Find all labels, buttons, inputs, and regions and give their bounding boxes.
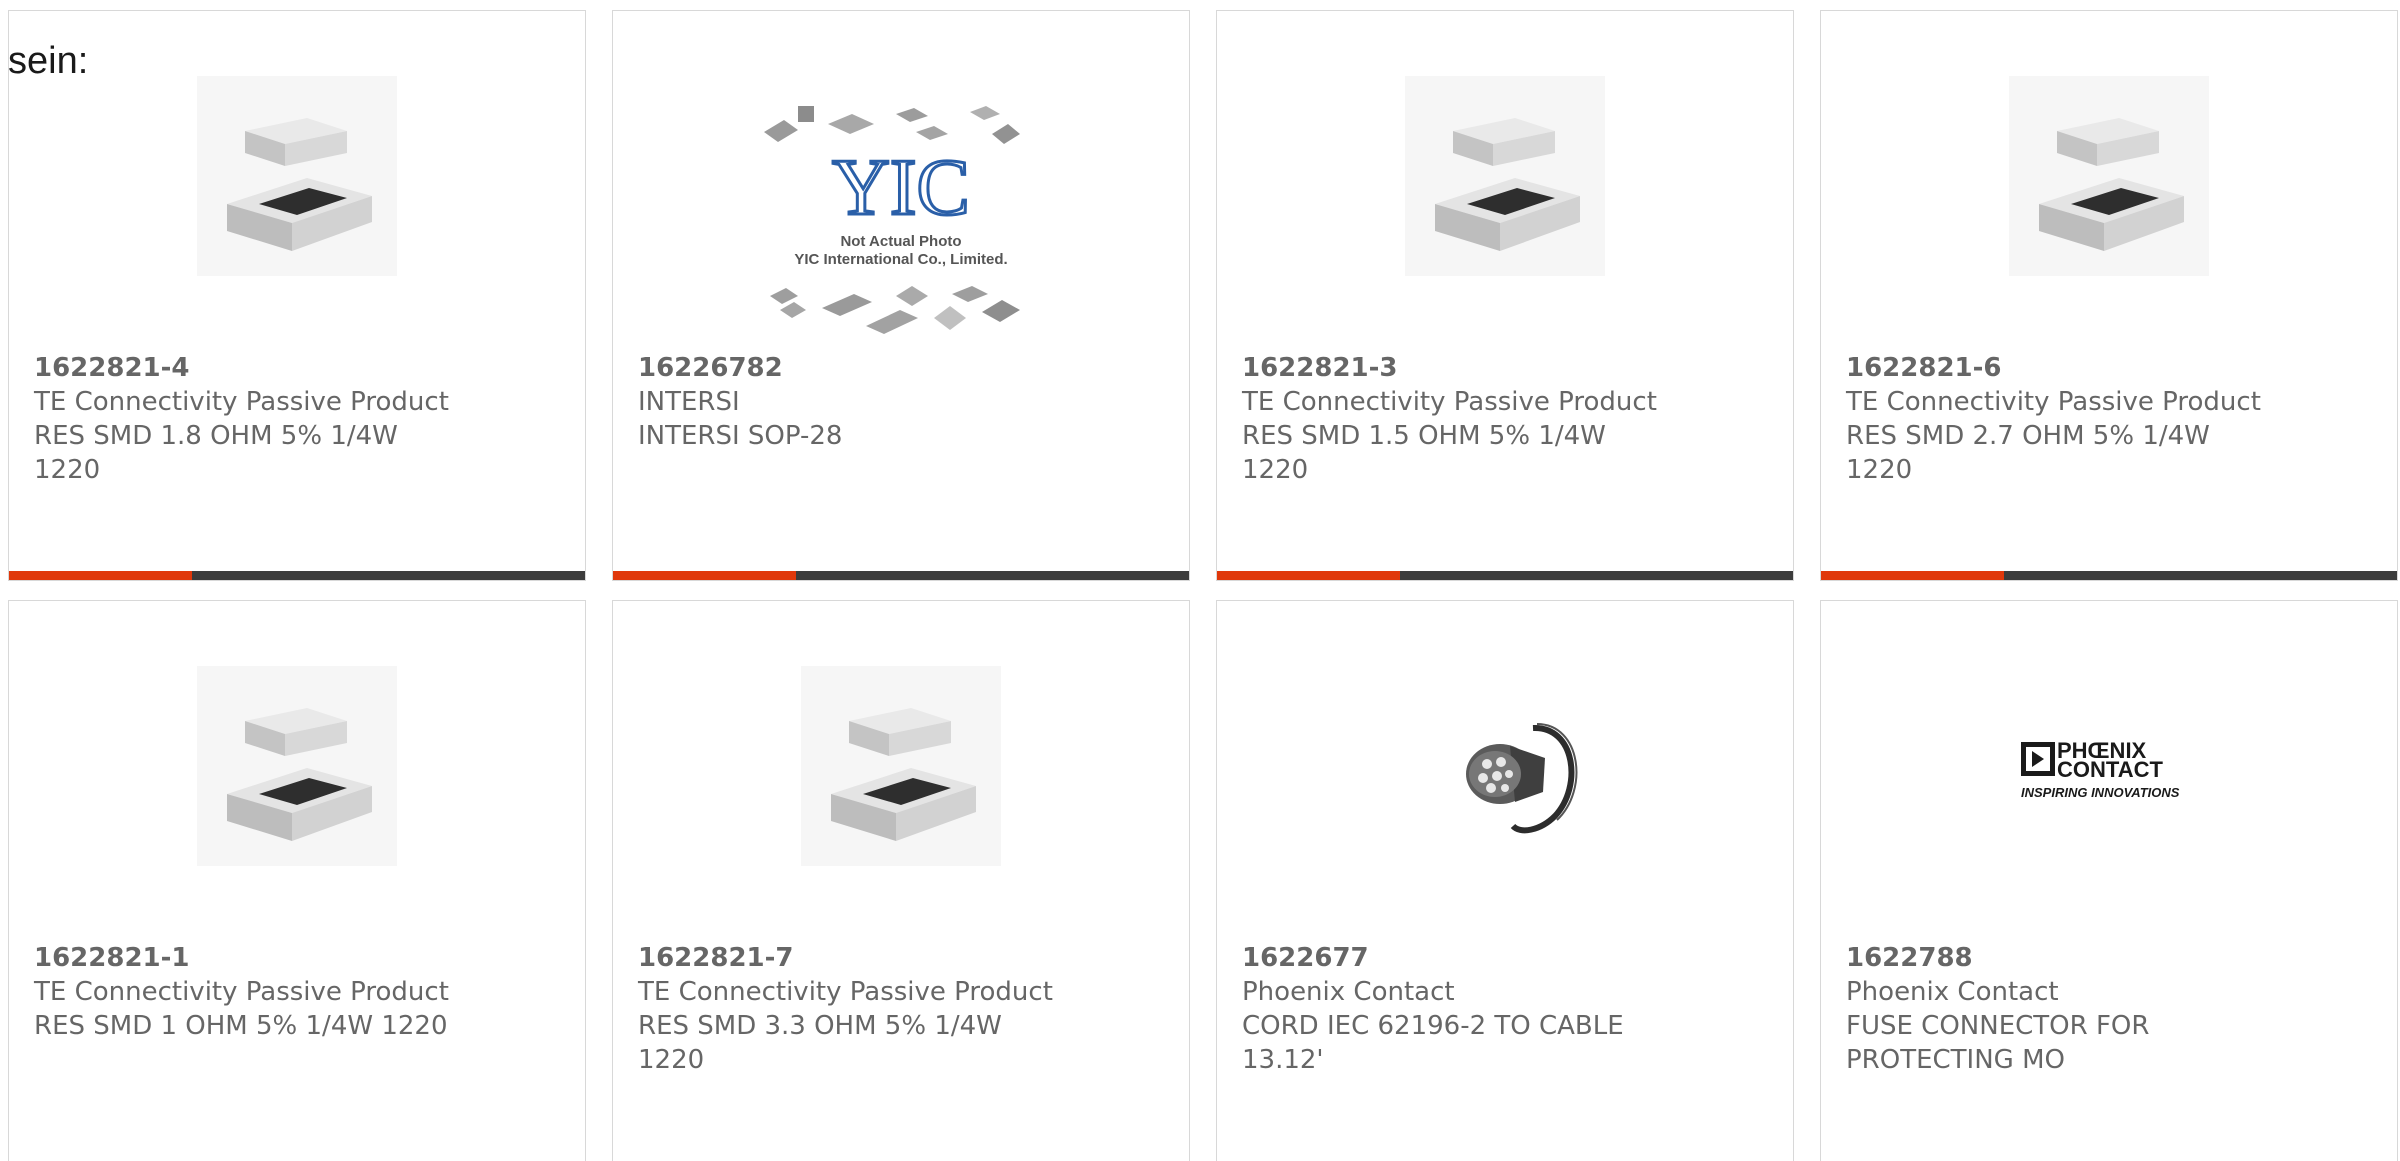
product-info: 1622788 Phoenix Contact FUSE CONNECTOR F… bbox=[1846, 941, 2266, 1077]
phoenix-contact-logo: PHŒNIX CONTACT INSPIRING INNOVATIONS bbox=[1999, 666, 2219, 866]
yic-placeholder-image: YIC Not Actual Photo YIC International C… bbox=[756, 96, 1046, 346]
manufacturer: TE Connectivity Passive Product bbox=[34, 387, 449, 417]
resistor-chip-icon bbox=[197, 76, 397, 276]
product-image[interactable]: YIC Not Actual Photo YIC International C… bbox=[756, 96, 1046, 346]
product-card[interactable]: 1622821-7 TE Connectivity Passive Produc… bbox=[612, 600, 1190, 1161]
description: RES SMD 1 OHM 5% 1/4W 1220 bbox=[34, 1011, 448, 1041]
description: RES SMD 3.3 OHM 5% 1/4W 1220 bbox=[638, 1011, 1002, 1075]
manufacturer: TE Connectivity Passive Product bbox=[1242, 387, 1657, 417]
resistor-chip-icon bbox=[1405, 76, 1605, 276]
product-image[interactable] bbox=[177, 76, 417, 276]
product-info: 16226782 INTERSI INTERSI SOP-28 bbox=[638, 351, 1058, 453]
product-card[interactable]: 1622821-4 TE Connectivity Passive Produc… bbox=[8, 10, 586, 581]
product-info: 1622821-6 TE Connectivity Passive Produc… bbox=[1846, 351, 2266, 487]
card-bar-accent bbox=[1217, 571, 1400, 580]
card-bottom-bar bbox=[613, 571, 1189, 580]
product-info: 1622821-1 TE Connectivity Passive Produc… bbox=[34, 941, 454, 1043]
manufacturer: TE Connectivity Passive Product bbox=[638, 977, 1053, 1007]
card-bottom-bar bbox=[1821, 571, 2397, 580]
card-bar-accent bbox=[613, 571, 796, 580]
manufacturer: Phoenix Contact bbox=[1846, 977, 2059, 1007]
product-info: 1622677 Phoenix Contact CORD IEC 62196-2… bbox=[1242, 941, 1662, 1077]
intro-text: sein: bbox=[8, 40, 89, 82]
part-number[interactable]: 1622821-4 bbox=[34, 351, 454, 385]
manufacturer: Phoenix Contact bbox=[1242, 977, 1455, 1007]
resistor-chip-icon bbox=[2009, 76, 2209, 276]
product-grid-page: sein: 1622821-4 TE Connectivity Passive … bbox=[0, 0, 2400, 1161]
image-caption: Not Actual Photo bbox=[840, 233, 961, 250]
yic-logo: YIC bbox=[832, 144, 970, 232]
resistor-chip-icon bbox=[801, 666, 1001, 866]
product-image[interactable] bbox=[781, 666, 1021, 866]
product-image[interactable] bbox=[177, 666, 417, 866]
product-info: 1622821-4 TE Connectivity Passive Produc… bbox=[34, 351, 454, 487]
part-number[interactable]: 1622788 bbox=[1846, 941, 2266, 975]
description: RES SMD 1.8 OHM 5% 1/4W 1220 bbox=[34, 421, 398, 485]
product-image[interactable]: PHŒNIX CONTACT INSPIRING INNOVATIONS bbox=[1989, 666, 2229, 866]
product-image[interactable] bbox=[1989, 76, 2229, 276]
manufacturer: TE Connectivity Passive Product bbox=[34, 977, 449, 1007]
product-card[interactable]: PHŒNIX CONTACT INSPIRING INNOVATIONS 162… bbox=[1820, 600, 2398, 1161]
card-bottom-bar bbox=[1217, 571, 1793, 580]
logo-tagline: INSPIRING INNOVATIONS bbox=[2021, 785, 2180, 800]
manufacturer: INTERSI bbox=[638, 387, 740, 417]
resistor-chip-icon bbox=[197, 666, 397, 866]
description: INTERSI SOP-28 bbox=[638, 421, 843, 451]
part-number[interactable]: 1622821-7 bbox=[638, 941, 1058, 975]
product-info: 1622821-7 TE Connectivity Passive Produc… bbox=[638, 941, 1058, 1077]
part-number[interactable]: 1622821-3 bbox=[1242, 351, 1662, 385]
ev-charging-cable-icon bbox=[1405, 666, 1605, 866]
logo-text: CONTACT bbox=[2057, 757, 2163, 782]
part-number[interactable]: 1622677 bbox=[1242, 941, 1662, 975]
product-image[interactable] bbox=[1385, 76, 1625, 276]
description: RES SMD 2.7 OHM 5% 1/4W 1220 bbox=[1846, 421, 2210, 485]
product-card[interactable]: 1622821-1 TE Connectivity Passive Produc… bbox=[8, 600, 586, 1161]
card-bar-accent bbox=[1821, 571, 2004, 580]
product-image[interactable] bbox=[1385, 666, 1625, 866]
description: RES SMD 1.5 OHM 5% 1/4W 1220 bbox=[1242, 421, 1606, 485]
card-bar-accent bbox=[9, 571, 192, 580]
part-number[interactable]: 1622821-1 bbox=[34, 941, 454, 975]
image-caption: YIC International Co., Limited. bbox=[794, 251, 1007, 268]
product-card[interactable]: 1622821-3 TE Connectivity Passive Produc… bbox=[1216, 10, 1794, 581]
part-number[interactable]: 16226782 bbox=[638, 351, 1058, 385]
product-card[interactable]: 1622677 Phoenix Contact CORD IEC 62196-2… bbox=[1216, 600, 1794, 1161]
product-card[interactable]: YIC Not Actual Photo YIC International C… bbox=[612, 10, 1190, 581]
product-card[interactable]: 1622821-6 TE Connectivity Passive Produc… bbox=[1820, 10, 2398, 581]
description: CORD IEC 62196-2 TO CABLE 13.12' bbox=[1242, 1011, 1624, 1075]
product-info: 1622821-3 TE Connectivity Passive Produc… bbox=[1242, 351, 1662, 487]
manufacturer: TE Connectivity Passive Product bbox=[1846, 387, 2261, 417]
part-number[interactable]: 1622821-6 bbox=[1846, 351, 2266, 385]
description: FUSE CONNECTOR FOR PROTECTING MO bbox=[1846, 1011, 2150, 1075]
card-bottom-bar bbox=[9, 571, 585, 580]
